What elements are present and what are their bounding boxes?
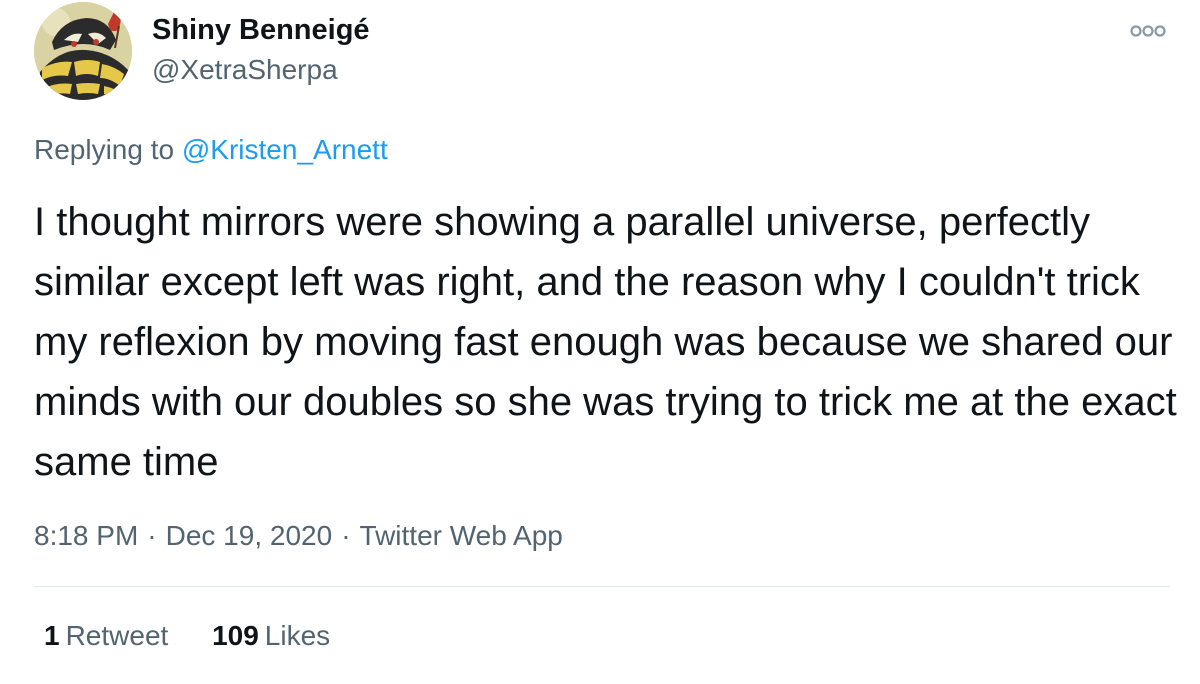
retweets-label: Retweet xyxy=(65,620,169,651)
more-options-icon xyxy=(1130,25,1166,37)
tweet-source-link[interactable]: Twitter Web App xyxy=(360,520,563,551)
tweet-meta: 8:18 PM · Dec 19, 2020 · Twitter Web App xyxy=(34,520,563,552)
more-options-button[interactable] xyxy=(1128,18,1168,44)
reply-mention-link[interactable]: @Kristen_Arnett xyxy=(182,134,388,165)
meta-separator: · xyxy=(341,520,351,551)
author-display-name[interactable]: Shiny Benneigé xyxy=(152,14,370,47)
meta-separator: · xyxy=(147,520,157,551)
retweets-stat[interactable]: 1 Retweet xyxy=(44,620,168,651)
tweet-time-link[interactable]: 8:18 PM xyxy=(34,520,138,551)
likes-label: Likes xyxy=(264,620,331,651)
replying-to: Replying to @Kristen_Arnett xyxy=(34,134,388,166)
tweet-card: Shiny Benneigé @XetraSherpa Replying to … xyxy=(0,0,1200,684)
tweet-stats: 1 Retweet 109 Likes xyxy=(44,620,366,652)
divider xyxy=(34,586,1170,587)
tweet-text: I thought mirrors were showing a paralle… xyxy=(34,200,1177,484)
avatar[interactable] xyxy=(34,2,132,100)
avatar-image xyxy=(34,2,132,100)
retweets-count: 1 xyxy=(44,620,60,651)
likes-count: 109 xyxy=(212,620,259,651)
tweet-date-link[interactable]: Dec 19, 2020 xyxy=(166,520,333,551)
likes-stat[interactable]: 109 Likes xyxy=(212,620,330,651)
author-handle[interactable]: @XetraSherpa xyxy=(152,54,338,86)
replying-to-label: Replying to xyxy=(34,134,175,165)
